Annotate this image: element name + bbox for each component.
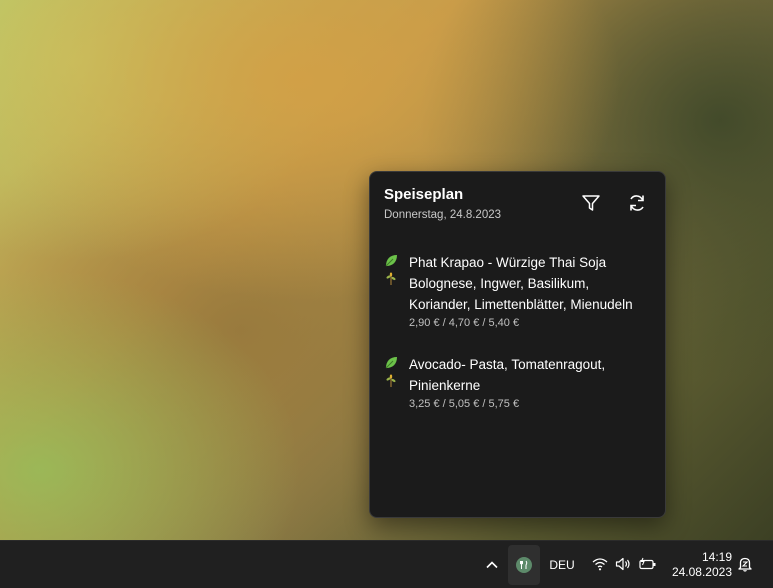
wifi-icon (592, 558, 608, 571)
meal-name: Avocado- Pasta, Tomatenragout, Pinienker… (409, 357, 606, 393)
taskbar: DEU 14:19 24.08.2023 (0, 540, 773, 588)
plant-icon (386, 374, 396, 387)
speiseplan-flyout: Speiseplan Donnerstag, 24.8.2023 Phat Kr… (369, 171, 666, 518)
meal-name: Phat Krapao - Würzige Thai Soja Bolognes… (409, 255, 633, 312)
clock-date: 24.08.2023 (671, 565, 732, 579)
cutlery-icon (520, 560, 528, 569)
plant-icon (386, 272, 396, 285)
refresh-icon (630, 195, 644, 211)
tray-app-badge (516, 557, 532, 573)
flyout-title: Speiseplan (384, 186, 464, 203)
flyout-date: Donnerstag, 24.8.2023 (384, 209, 502, 221)
refresh-button[interactable] (626, 192, 648, 214)
notification-bell-icon (738, 557, 752, 572)
speaker-icon (615, 557, 630, 571)
meal-price: 3,25 € / 5,05 € / 5,75 € (409, 398, 520, 410)
wifi-status[interactable] (591, 555, 609, 573)
filter-button[interactable] (580, 192, 602, 214)
show-hidden-icons-button[interactable] (481, 553, 503, 577)
battery-status[interactable] (638, 555, 658, 573)
notification-center-button[interactable] (735, 554, 755, 574)
battery-icon (639, 557, 656, 570)
vegan-leaf-icon (385, 357, 397, 369)
volume-control[interactable] (614, 555, 632, 573)
filter-icon (582, 195, 600, 211)
meal-icons (384, 254, 404, 286)
speiseplan-tray-button[interactable] (508, 545, 540, 585)
chevron-up-icon (486, 561, 498, 569)
vegan-leaf-icon (385, 255, 397, 267)
clock-time: 14:19 (701, 550, 732, 564)
meal-price: 2,90 € / 4,70 € / 5,40 € (409, 317, 520, 329)
meal-icons (384, 356, 404, 388)
system-clock[interactable]: 14:19 24.08.2023 (664, 550, 732, 580)
input-language-indicator[interactable]: DEU (547, 553, 577, 577)
